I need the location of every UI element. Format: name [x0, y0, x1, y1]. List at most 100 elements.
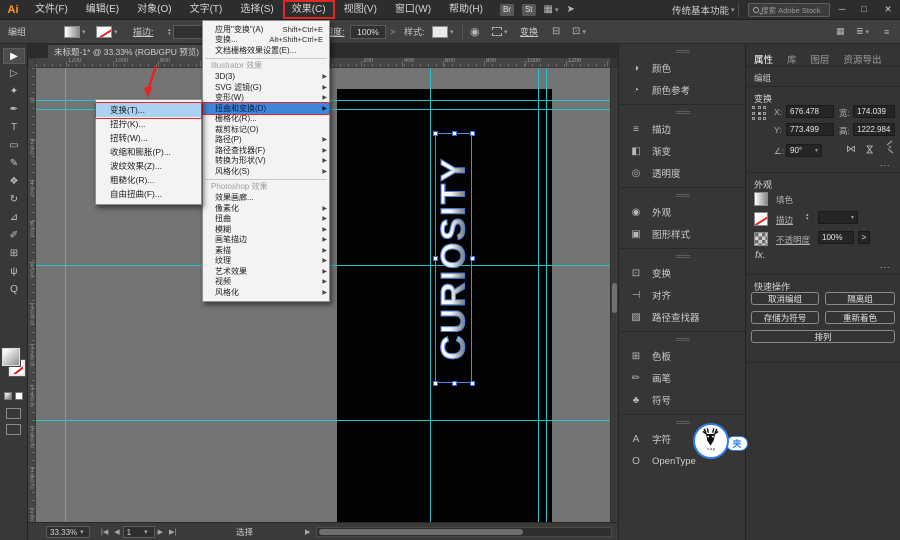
stroke-link[interactable]: 描边	[776, 214, 793, 226]
menu-item-effect[interactable]: 栅格化(R)...	[203, 114, 329, 125]
scale-tool[interactable]: ⊿	[3, 210, 25, 226]
x-field[interactable]: 676.478	[786, 105, 834, 118]
zoom-level-dropdown[interactable]: 33.33% ▾	[46, 526, 90, 538]
menubar-item-编辑(E)[interactable]: 编辑(E)	[77, 0, 128, 19]
opacity-field[interactable]: 100%	[350, 25, 386, 39]
rotation-angle-dropdown[interactable]: 90° ▾	[786, 144, 822, 157]
menu-item-effect[interactable]: 应用"变换"(A)Shift+Ctrl+E	[203, 24, 329, 35]
selection-handle[interactable]	[470, 256, 475, 261]
ruler-origin-corner[interactable]	[28, 58, 36, 68]
menubar-item-选择(S)[interactable]: 选择(S)	[231, 0, 282, 19]
dock-item-变换[interactable]: ⊡变换	[619, 262, 747, 284]
submenu-item-transform[interactable]: 扭转(W)...	[96, 131, 201, 145]
artboard-number-dropdown[interactable]: 1 ▾	[123, 526, 155, 538]
type-tool[interactable]: T	[3, 120, 25, 136]
selection-handle[interactable]	[433, 131, 438, 136]
opacity-more-button[interactable]: >	[858, 231, 870, 244]
menu-item-effect[interactable]: 3D(3)▶	[203, 72, 329, 83]
menu-item-effect[interactable]: 路径(P)▶	[203, 135, 329, 146]
constrain-proportions-icon[interactable]	[884, 140, 896, 154]
quick-action-排列[interactable]: 排列	[751, 330, 895, 343]
quick-action-隔离组[interactable]: 隔离组	[825, 292, 895, 305]
selection-bounding-box[interactable]	[435, 133, 472, 383]
quick-action-重新着色[interactable]: 重新着色	[825, 311, 895, 324]
dock-item-外观[interactable]: ◉外观	[619, 201, 747, 223]
maximize-button[interactable]: □	[854, 0, 874, 19]
menu-item-effect[interactable]: 艺术效果▶	[203, 266, 329, 277]
tab-libraries[interactable]: 库	[787, 52, 797, 66]
menubar-item-视图(V)[interactable]: 视图(V)	[335, 0, 386, 19]
panel-group-drag-handle[interactable]	[676, 111, 690, 114]
artboard-tool[interactable]: ⊞	[3, 246, 25, 262]
vertical-ruler[interactable]: 0200400600800100012001400160018002000	[28, 68, 36, 522]
horizontal-scrollbar-thumb[interactable]	[319, 529, 523, 535]
selection-handle[interactable]	[433, 256, 438, 261]
opacity-checker-icon[interactable]	[754, 232, 768, 246]
next-artboard-icon[interactable]: ▶	[158, 528, 163, 536]
quick-action-存储为符号[interactable]: 存储为符号	[751, 311, 819, 324]
panel-group-drag-handle[interactable]	[676, 50, 690, 53]
selection-handle[interactable]	[433, 381, 438, 386]
menu-item-effect[interactable]: 路径查找器(F)▶	[203, 145, 329, 156]
fill-color-dropdown[interactable]: ▾	[64, 20, 86, 43]
document-tab[interactable]: 未标题-1* @ 33.33% (RGB/GPU 预览) ×	[48, 45, 216, 58]
menu-item-effect[interactable]: 画笔描边▶	[203, 235, 329, 246]
panel-menu-icon[interactable]: ≡	[884, 27, 889, 37]
menubar-item-窗口(W)[interactable]: 窗口(W)	[386, 0, 440, 19]
rotate-tool[interactable]: ↻	[3, 192, 25, 208]
submenu-item-transform[interactable]: 扭拧(K)...	[96, 117, 201, 131]
shape-builder-tool[interactable]: ❖	[3, 174, 25, 190]
arrange-grid-icon[interactable]: ▦	[836, 26, 845, 37]
menubar-item-帮助(H)[interactable]: 帮助(H)	[440, 0, 492, 19]
dock-item-颜色[interactable]: ◑颜色	[619, 57, 747, 79]
isolate-selection-button[interactable]: ▾	[492, 20, 508, 43]
opacity-more-button[interactable]: >	[390, 27, 395, 37]
menu-item-effect[interactable]: 文档栅格效果设置(E)...	[203, 45, 329, 56]
fx-button[interactable]: fx.	[755, 250, 766, 261]
vertical-scrollbar-thumb[interactable]	[612, 283, 617, 313]
panel-group-drag-handle[interactable]	[676, 194, 690, 197]
color-mode-button[interactable]	[4, 392, 12, 400]
flip-vertical-icon[interactable]: ⋈	[864, 145, 875, 155]
bridge-button[interactable]: Br	[500, 4, 514, 16]
align-icon[interactable]: ⊟	[552, 26, 560, 37]
menu-item-effect[interactable]: 风格化(S)▶	[203, 166, 329, 177]
zoom-tool[interactable]: Q	[3, 282, 25, 298]
draw-mode-button[interactable]	[6, 408, 21, 419]
last-artboard-icon[interactable]: ▶|	[169, 528, 176, 536]
stroke-weight-link[interactable]: 描边:	[133, 25, 154, 38]
previous-artboard-icon[interactable]: ◀	[114, 528, 119, 536]
transform-options-button[interactable]: ⊡▾	[572, 20, 586, 43]
menu-item-effect[interactable]: 纹理▶	[203, 256, 329, 267]
opacity-field[interactable]: 100%	[818, 231, 854, 244]
panel-group-drag-handle[interactable]	[676, 338, 690, 341]
opacity-link[interactable]: 不透明度	[776, 234, 810, 246]
selection-handle[interactable]	[452, 131, 457, 136]
tab-properties[interactable]: 属性	[754, 52, 773, 66]
dock-item-路径查找器[interactable]: ▧路径查找器	[619, 306, 747, 328]
fill-stroke-control[interactable]	[2, 348, 26, 386]
style-dropdown[interactable]: ▾	[432, 20, 454, 43]
appearance-more-options[interactable]: ...	[880, 260, 891, 270]
menubar-item-文件(F)[interactable]: 文件(F)	[26, 0, 77, 19]
transform-more-options[interactable]: ...	[880, 158, 891, 168]
stroke-weight-dropdown[interactable]: ▾	[818, 211, 858, 224]
stroke-color-swatch[interactable]	[754, 212, 768, 226]
menu-item-effect[interactable]: SVG 滤镜(G)▶	[203, 82, 329, 93]
submenu-item-transform[interactable]: 波纹效果(Z)...	[96, 159, 201, 173]
horizontal-scrollbar[interactable]	[316, 527, 612, 537]
eyedropper-tool[interactable]: ✐	[3, 228, 25, 244]
tab-asset-export[interactable]: 资源导出	[844, 52, 882, 66]
menu-item-effect[interactable]: 素描▶	[203, 245, 329, 256]
transform-link[interactable]: 变换	[520, 25, 538, 38]
menu-item-effect[interactable]: 转换为形状(V)▶	[203, 156, 329, 167]
selection-handle[interactable]	[470, 381, 475, 386]
submenu-item-transform[interactable]: 收缩和膨胀(P)...	[96, 145, 201, 159]
menu-item-effect[interactable]: 扭曲▶	[203, 214, 329, 225]
magic-wand-tool[interactable]: ✦	[3, 84, 25, 100]
stock-button[interactable]: St	[522, 4, 536, 16]
share-icon[interactable]: ➤	[566, 4, 574, 15]
reference-point-selector[interactable]	[752, 106, 767, 121]
view-options-button[interactable]: ≣▾	[856, 20, 869, 43]
fill-color-swatch[interactable]	[754, 192, 768, 206]
